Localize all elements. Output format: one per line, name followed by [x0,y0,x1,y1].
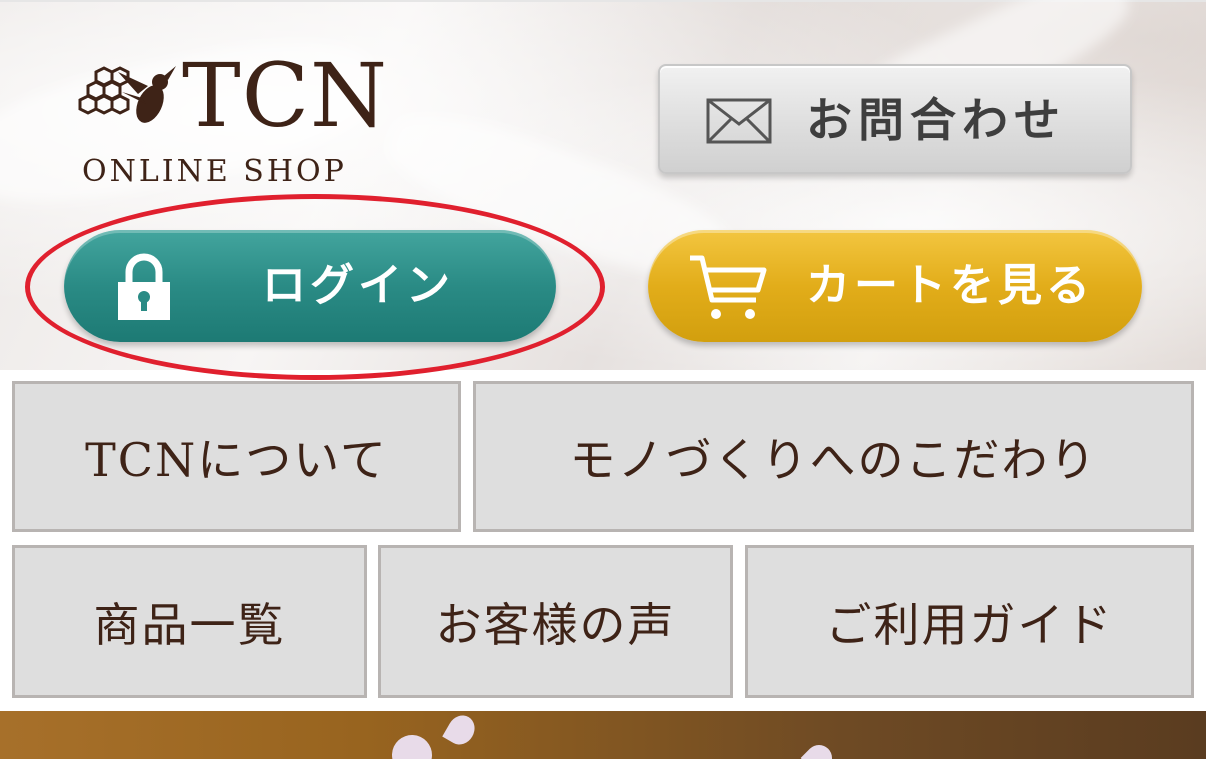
nav-tile-guide[interactable]: ご利用ガイド [745,545,1194,698]
petal-decoration [800,739,838,759]
contact-button[interactable]: お問合わせ [658,64,1132,174]
nav-tile-craftsmanship[interactable]: モノづくりへのこだわり [473,381,1194,532]
logo-subtitle: ONLINE SHOP [82,154,347,189]
cart-icon [690,255,767,319]
view-cart-button-label: カートを見る [806,260,1094,311]
nav-tile-reviews[interactable]: お客様の声 [378,545,733,698]
nav-tile-about[interactable]: TCNについて [12,381,461,532]
login-button-label: ログイン [262,260,454,311]
site-logo[interactable]: TCN ONLINE SHOP [78,46,398,196]
login-button[interactable]: ログイン [64,230,556,342]
view-cart-button[interactable]: カートを見る [648,230,1142,342]
hero-banner [0,711,1206,759]
envelope-icon [706,98,772,144]
logo-wordmark: TCN [182,44,389,147]
lock-icon [118,253,170,320]
bee-honeycomb-icon [78,66,176,123]
nav-tile-products[interactable]: 商品一覧 [12,545,367,698]
petal-decoration [386,729,438,759]
header: TCN ONLINE SHOP お問合わせ ログイン カートを見る [0,0,1206,380]
contact-button-label: お問合わせ [806,93,1066,147]
petal-decoration [442,711,480,750]
